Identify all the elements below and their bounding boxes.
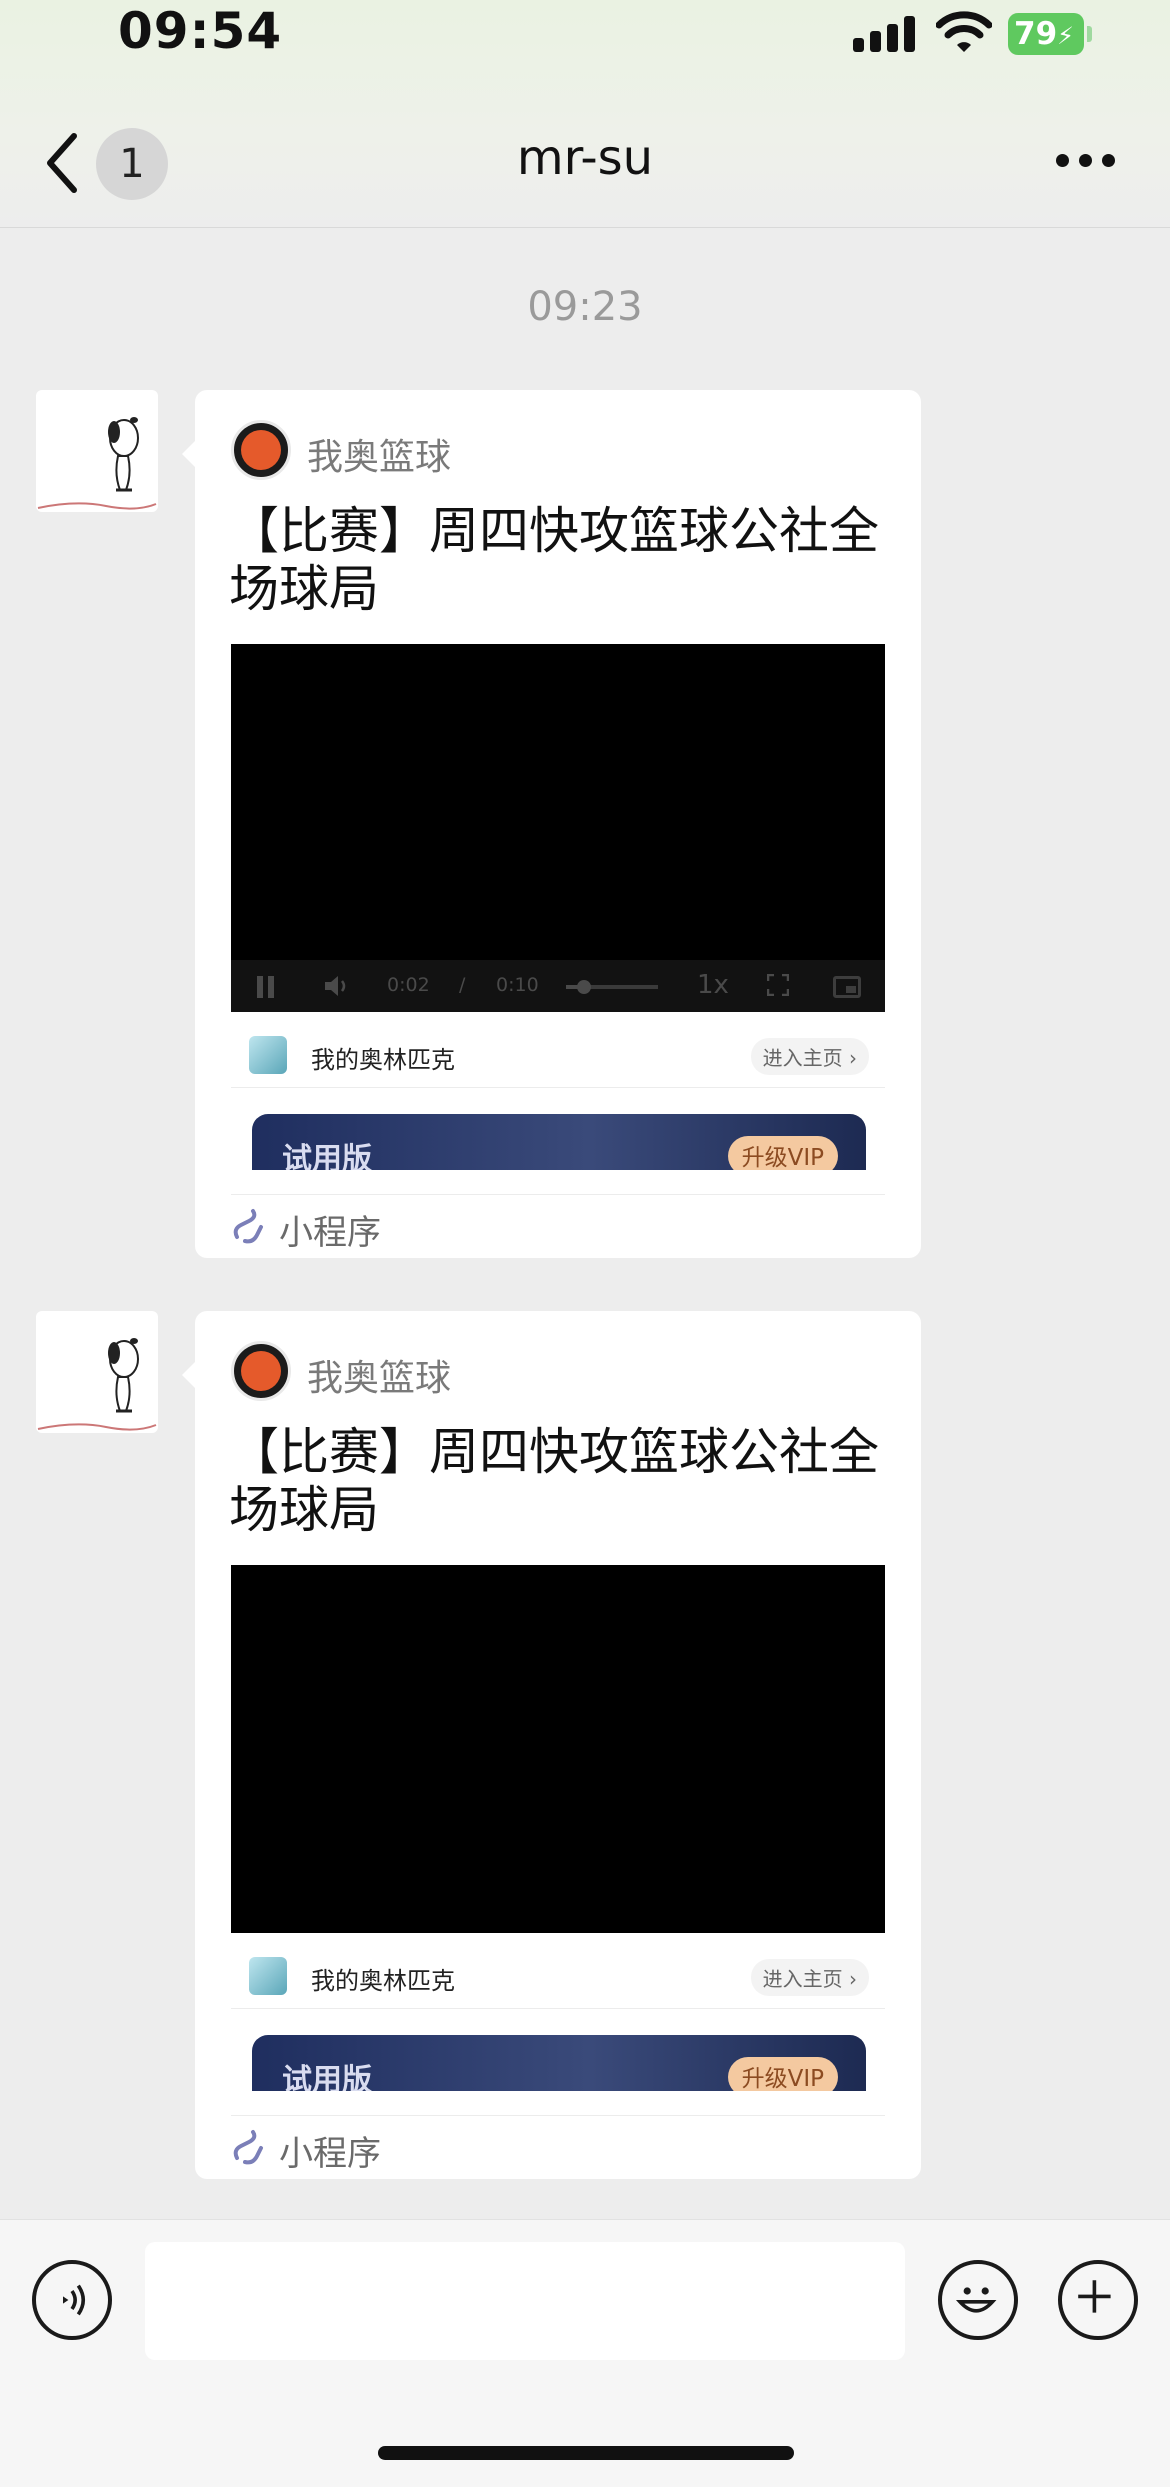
account-icon [249,1957,287,1995]
battery-level: 79 [1014,16,1058,52]
vip-banner[interactable]: 试用版 升级VIP [252,2035,866,2091]
wifi-icon [936,11,992,52]
enter-homepage-link[interactable]: 进入主页 › [750,1959,869,1996]
upgrade-vip-button[interactable]: 升级VIP [727,2057,838,2091]
playback-speed[interactable]: 1x [697,970,729,1000]
mini-program-link-icon [233,1209,263,1244]
enter-homepage-link[interactable]: 进入主页 › [750,1038,869,1075]
source-name: 我奥篮球 [307,437,452,478]
status-time: 09:54 [118,2,283,60]
home-indicator [378,2446,794,2460]
trial-label: 试用版 [282,2063,372,2091]
video-controls: 0:02 / 0:10 1x [231,960,885,1012]
emoji-icon[interactable] [938,2260,1018,2340]
mini-program-label: 小程序 [279,2134,381,2174]
charging-icon: ⚡ [1057,22,1074,50]
top-bar: 09:54 79⚡ 1 mr-su [0,0,1170,228]
mini-program-card[interactable]: 我奥篮球 【比赛】周四快攻篮球公社全场球局 我的奥林匹克 进入主页 › 试用版 … [182,1311,921,2179]
account-icon [249,1036,287,1074]
video-player[interactable]: 0:02 / 0:10 1x [231,644,885,1012]
fullscreen-icon[interactable] [767,974,789,996]
card-title: 【比赛】周四快攻篮球公社全场球局 [229,502,879,618]
card-title: 【比赛】周四快攻篮球公社全场球局 [229,1423,879,1539]
video-progress-slider[interactable] [566,980,658,994]
source-name: 我奥篮球 [307,1358,452,1399]
trial-label: 试用版 [282,1142,372,1170]
avatar[interactable] [36,1311,158,1433]
more-dots-icon[interactable] [1056,150,1116,170]
source-logo-icon [231,420,291,480]
video-current-time: 0:02 [387,974,430,996]
input-bar [0,2219,1170,2487]
chat-title: mr-su [516,130,654,186]
picture-in-picture-icon[interactable] [833,976,861,998]
account-name: 我的奥林匹克 [311,1046,455,1074]
snoopy-avatar-image [37,417,157,510]
volume-icon[interactable] [323,973,351,999]
mini-program-label: 小程序 [279,1213,381,1253]
source-logo-icon [231,1341,291,1401]
upgrade-vip-button[interactable]: 升级VIP [727,1136,838,1170]
mini-program-link-icon [233,2130,263,2165]
mini-program-card[interactable]: 我奥篮球 【比赛】周四快攻篮球公社全场球局 0:02 / 0:10 1x 我的奥… [182,390,921,1258]
account-row[interactable]: 我的奥林匹克 进入主页 › [231,1026,885,1088]
message-input[interactable] [145,2242,905,2360]
video-player[interactable] [231,1565,885,1933]
snoopy-avatar-image [37,1338,157,1431]
vip-banner[interactable]: 试用版 升级VIP [252,1114,866,1170]
battery-indicator: 79⚡ [1008,13,1092,55]
mini-program-footer: 小程序 [231,2115,885,2179]
video-duration: 0:10 [496,974,539,996]
signal-icon [853,16,915,52]
account-row[interactable]: 我的奥林匹克 进入主页 › [231,1947,885,2009]
pause-icon[interactable] [257,976,275,998]
avatar[interactable] [36,390,158,512]
chat-timestamp: 09:23 [527,284,643,330]
voice-icon[interactable] [32,2260,112,2340]
mini-program-footer: 小程序 [231,1194,885,1258]
plus-icon[interactable] [1058,2260,1138,2340]
video-time-separator: / [459,974,466,996]
account-name: 我的奥林匹克 [311,1967,455,1995]
